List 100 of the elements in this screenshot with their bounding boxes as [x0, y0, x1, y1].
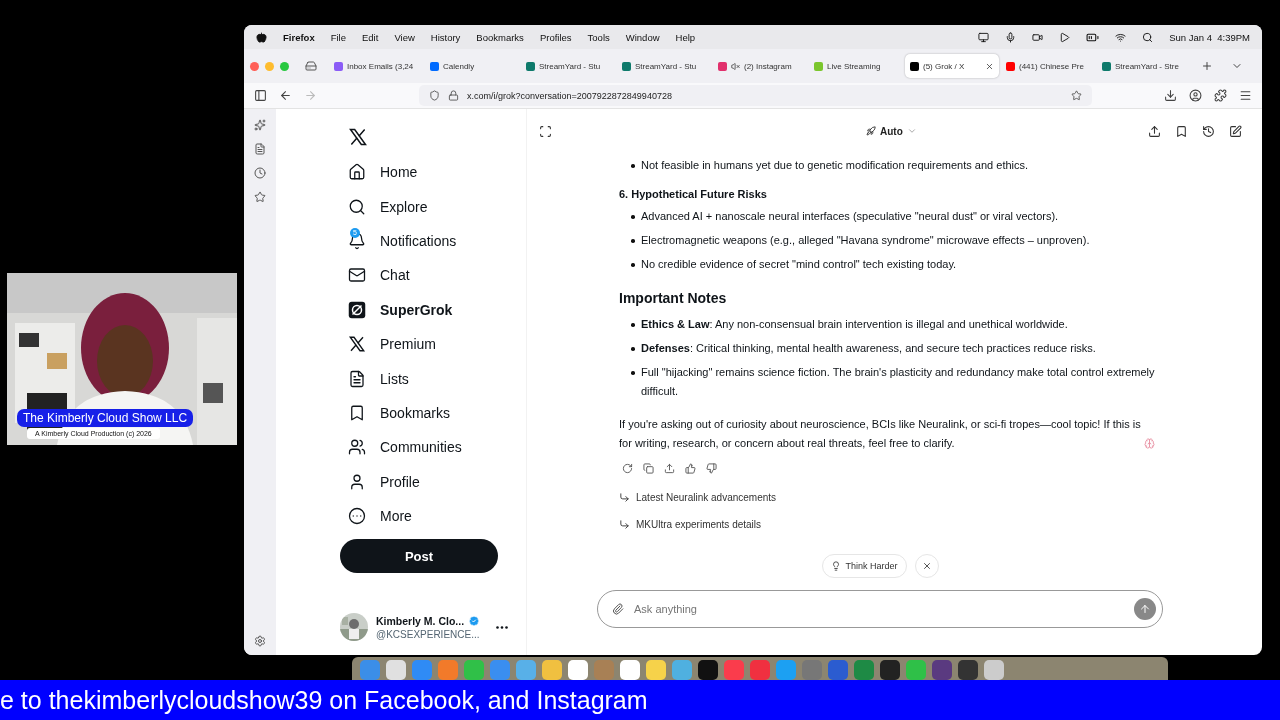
clock-icon[interactable]	[254, 167, 266, 179]
tab-favicon-icon	[718, 61, 727, 71]
thumbs-down-icon[interactable]	[706, 463, 717, 474]
menu-icon[interactable]	[1239, 89, 1252, 102]
star-icon[interactable]	[254, 191, 266, 203]
share-icon[interactable]	[1148, 124, 1161, 138]
suggestion-link[interactable]: Latest Neuralink advancements	[619, 484, 1159, 511]
verified-icon	[468, 614, 481, 627]
close-window-button[interactable]	[250, 61, 259, 71]
apple-icon[interactable]	[256, 31, 267, 43]
app-menu[interactable]: Firefox	[283, 31, 315, 43]
heading: Important Notes	[619, 290, 728, 306]
menu-item[interactable]: Bookmarks	[476, 31, 524, 43]
ask-field[interactable]: Ask anything	[632, 602, 1126, 616]
tab-favicon-icon	[526, 61, 535, 71]
browser-tab[interactable]: Calendly	[425, 54, 519, 78]
dock-app-icon[interactable]	[932, 660, 952, 680]
nav-item[interactable]: Premium	[340, 326, 526, 362]
star-icon[interactable]	[1071, 90, 1082, 101]
dock-app-icon[interactable]	[568, 660, 588, 680]
menu-item[interactable]: Help	[675, 31, 696, 43]
people-icon	[348, 438, 366, 457]
share-icon[interactable]	[664, 463, 675, 474]
wifi-icon[interactable]	[1115, 31, 1127, 43]
regenerate-icon[interactable]	[622, 463, 633, 474]
browser-tab[interactable]: StreamYard - Stu	[521, 54, 615, 78]
sparkle-icon[interactable]	[254, 119, 266, 131]
x-logo-icon[interactable]	[348, 335, 366, 354]
search-icon[interactable]	[1142, 31, 1154, 43]
nav-item[interactable]: Chat	[340, 258, 526, 293]
close-icon[interactable]	[985, 61, 994, 71]
fullscreen-icon[interactable]	[539, 124, 552, 138]
menu-item[interactable]: Profiles	[539, 31, 572, 43]
nav-item[interactable]: Bookmarks	[340, 395, 526, 431]
reply-arrow-icon	[619, 492, 630, 503]
new-chat-icon[interactable]	[1229, 124, 1242, 138]
dock-app-icon[interactable]	[620, 660, 640, 680]
menu-item[interactable]: View	[394, 31, 415, 43]
nav-item[interactable]: Lists	[340, 361, 526, 396]
nav-item[interactable]: Communities	[340, 430, 526, 465]
back-icon[interactable]	[279, 89, 292, 102]
address-bar[interactable]: x.com/i/grok?conversation=2007922872849940728	[419, 85, 1092, 106]
menu-item[interactable]: Window	[625, 31, 660, 43]
tab-favicon-icon	[910, 61, 919, 71]
microphone-icon[interactable]	[1005, 31, 1017, 43]
menu-item[interactable]: Edit	[362, 31, 379, 43]
muted-icon[interactable]	[731, 61, 740, 71]
dock-app-icon[interactable]	[386, 660, 406, 680]
browser-tab[interactable]: Live Streaming	[809, 54, 903, 78]
download-icon[interactable]	[1164, 89, 1177, 102]
nav-item[interactable]: More	[340, 498, 526, 534]
browser-tab[interactable]: StreamYard - Stu	[617, 54, 711, 78]
dock-app-icon[interactable]	[698, 660, 718, 680]
grok-icon	[348, 300, 366, 319]
new-tab-icon[interactable]	[1201, 60, 1213, 72]
dock-app-icon[interactable]	[984, 660, 1004, 680]
nav-item[interactable]: SuperGrok	[340, 292, 526, 327]
account-name: Kimberly M. Clo...	[376, 614, 465, 627]
menu-item[interactable]: Tools	[587, 31, 610, 43]
dock-app-icon[interactable]	[880, 660, 900, 680]
bookmark-icon[interactable]	[1175, 124, 1188, 138]
settings-icon[interactable]	[254, 635, 266, 647]
menu-clock[interactable]: Sun Jan 4 4:39PM	[1169, 31, 1250, 43]
post-button[interactable]: Post	[340, 539, 498, 574]
document-icon[interactable]	[254, 143, 266, 155]
browser-tab[interactable]: StreamYard - Stre	[1097, 54, 1191, 78]
dock-app-icon[interactable]	[646, 660, 666, 680]
account-icon[interactable]	[1189, 89, 1202, 102]
sidebar-toggle-icon[interactable]	[254, 89, 267, 102]
thumbs-up-icon[interactable]	[685, 463, 696, 474]
bell-icon	[348, 231, 366, 250]
attach-icon[interactable]	[612, 603, 624, 615]
chevron-down-icon	[906, 126, 917, 136]
list-icon	[348, 369, 366, 388]
screen-icon[interactable]	[978, 31, 990, 43]
extensions-icon[interactable]	[1214, 89, 1227, 102]
more-icon[interactable]	[496, 625, 509, 629]
play-icon[interactable]	[1059, 31, 1071, 43]
more-icon	[348, 507, 366, 526]
browser-tab[interactable]: (5) Grok / X	[905, 54, 999, 78]
dock-app-icon[interactable]	[958, 660, 978, 680]
browser-tab[interactable]: Inbox Emails (3,24	[329, 54, 423, 78]
home-icon	[348, 163, 366, 182]
copy-icon[interactable]	[643, 463, 654, 474]
history-icon[interactable]	[1202, 124, 1215, 138]
camera-icon[interactable]	[1032, 31, 1044, 43]
browser-tab[interactable]: (2) Instagram	[713, 54, 807, 78]
browser-tab[interactable]: (441) Chinese Pre	[1001, 54, 1095, 78]
menu-item[interactable]: File	[330, 31, 346, 43]
nav-item[interactable]: Explore	[340, 189, 526, 224]
suggestion-link[interactable]: MKUltra experiments details	[619, 511, 1159, 538]
person-icon	[348, 472, 366, 491]
x-logo-icon[interactable]	[348, 127, 368, 147]
send-button[interactable]	[1134, 598, 1156, 620]
model-selector[interactable]: Auto	[866, 125, 917, 137]
nav-item[interactable]: Home	[340, 155, 526, 190]
menu-item[interactable]: History	[430, 31, 461, 43]
reply-arrow-icon	[619, 519, 630, 530]
search-icon	[348, 197, 366, 216]
nav-item[interactable]: Profile	[340, 464, 526, 499]
